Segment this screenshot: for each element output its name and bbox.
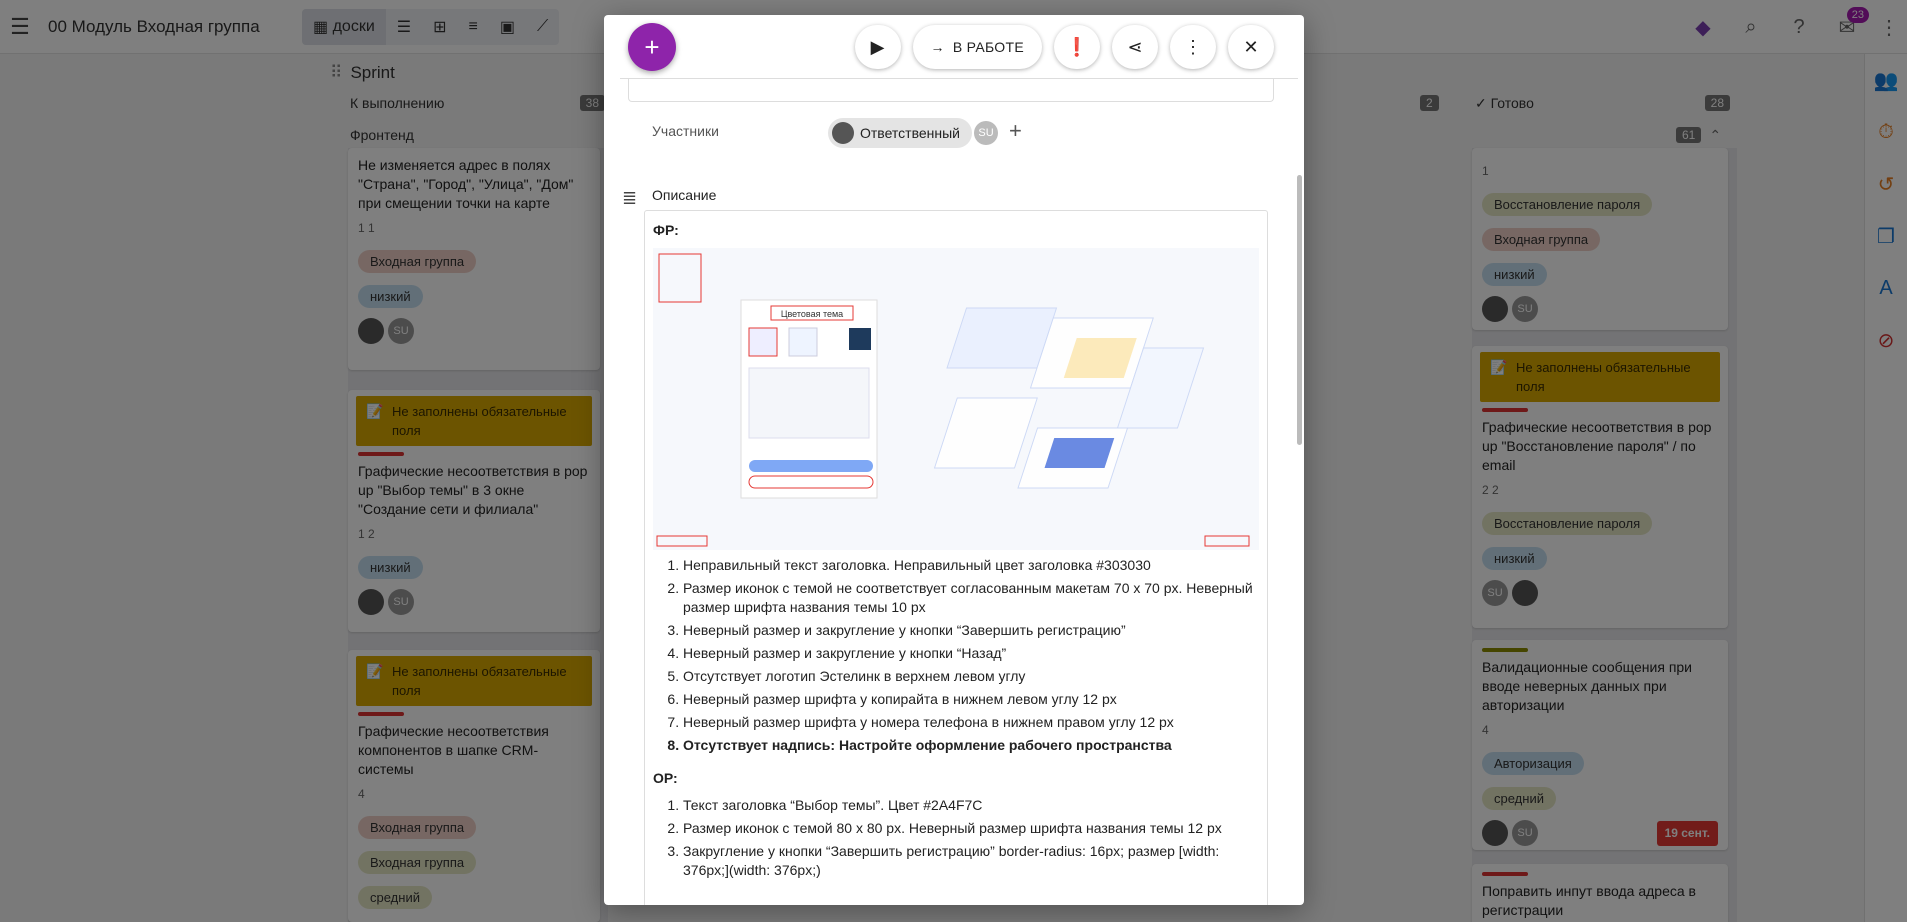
status-button[interactable]: → В РАБОТЕ bbox=[912, 25, 1042, 69]
add-participant-icon[interactable]: + bbox=[1009, 118, 1022, 144]
list-item: Отсутствует надпись: Настройте оформлени… bbox=[683, 736, 1259, 755]
embedded-title: Цветовая тема bbox=[781, 309, 843, 319]
fr-label: ФР: bbox=[653, 222, 679, 238]
list-item: Неверный размер шрифта у копирайта в ниж… bbox=[683, 690, 1259, 709]
priority-alert-button[interactable]: ❗ bbox=[1054, 25, 1100, 69]
status-label: В РАБОТЕ bbox=[952, 39, 1024, 55]
list-item: Неверный размер и закругление у кнопки “… bbox=[683, 644, 1259, 663]
avatar[interactable]: SU bbox=[974, 121, 998, 145]
list-item: Текст заголовка “Выбор темы”. Цвет #2A4F… bbox=[683, 796, 1259, 815]
list-item: Неправильный текст заголовка. Неправильн… bbox=[683, 556, 1259, 575]
or-list: Текст заголовка “Выбор темы”. Цвет #2A4F… bbox=[653, 796, 1259, 880]
fr-list: Неправильный текст заголовка. Неправильн… bbox=[653, 556, 1259, 755]
description-content[interactable]: ФР: Цветовая тема 1. Неправильный текст … bbox=[644, 210, 1268, 905]
description-label: Описание bbox=[652, 187, 717, 203]
share-button[interactable]: ⋖ bbox=[1112, 25, 1158, 69]
description-icon: ≣ bbox=[622, 188, 638, 208]
list-item: Размер иконок с темой 80 х 80 px. Неверн… bbox=[683, 819, 1259, 838]
avatar bbox=[832, 122, 854, 144]
divider bbox=[620, 78, 1298, 79]
list-item: Размер иконок с темой не соответствует с… bbox=[683, 579, 1259, 617]
embedded-screenshot-image: Цветовая тема bbox=[656, 253, 1250, 547]
task-modal: + ▶ → В РАБОТЕ ❗ ⋖ ⋮ ✕ Участники Ответств… bbox=[604, 15, 1304, 905]
more-button[interactable]: ⋮ bbox=[1170, 25, 1216, 69]
list-item: Неверный размер шрифта у номера телефона… bbox=[683, 713, 1259, 732]
modal-scrollbar[interactable] bbox=[1297, 175, 1302, 445]
field-box bbox=[628, 78, 1274, 102]
participants-label: Участники bbox=[652, 123, 719, 139]
list-item: Неверный размер и закругление у кнопки “… bbox=[683, 621, 1259, 640]
modal-toolbar: ▶ → В РАБОТЕ ❗ ⋖ ⋮ ✕ bbox=[854, 25, 1274, 69]
list-item: Отсутствует логотип Эстелинк в верхнем л… bbox=[683, 667, 1259, 686]
list-item: Закругление у кнопки “Завершить регистра… bbox=[683, 842, 1259, 880]
add-button[interactable]: + bbox=[628, 23, 676, 71]
close-button[interactable]: ✕ bbox=[1228, 25, 1274, 69]
embedded-screenshot: Цветовая тема bbox=[653, 248, 1259, 550]
play-button[interactable]: ▶ bbox=[854, 25, 901, 69]
arrow-right-icon: → bbox=[930, 39, 945, 55]
assignee-label: Ответственный bbox=[860, 125, 960, 141]
assignee-chip[interactable]: Ответственный bbox=[828, 118, 972, 148]
or-label: ОР: bbox=[653, 770, 678, 786]
